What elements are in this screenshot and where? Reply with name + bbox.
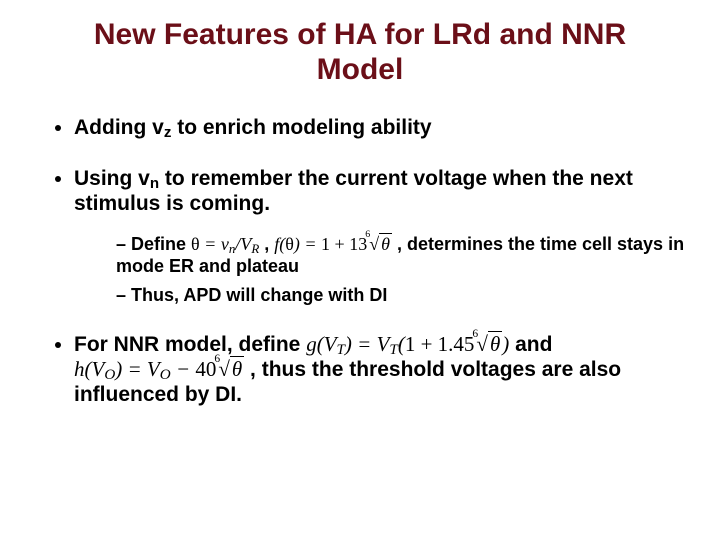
math-g: g(VT) = VT(1 + 1.456√θ) [306, 332, 509, 356]
bullet-list: Adding vz to enrich modeling ability Usi… [30, 115, 690, 408]
bullet-3-text-a: For NNR model, define [74, 333, 306, 356]
sub-bullet-2: Thus, APD will change with DI [116, 284, 690, 307]
bullet-2-text-a: Using v [74, 167, 150, 190]
bullet-3: For NNR model, define g(VT) = VT(1 + 1.4… [74, 332, 690, 408]
sub-1-text-b: , [264, 234, 274, 254]
sub-list: Define θ = vn/VR , f(θ) = 1 + 136√θ , de… [74, 233, 690, 307]
bullet-1-text-a: Adding v [74, 116, 164, 139]
math-theta: θ = vn/VR [191, 234, 259, 254]
bullet-2-sub: n [150, 175, 159, 192]
bullet-1-text-b: to enrich modeling ability [171, 116, 431, 139]
bullet-2: Using vn to remember the current voltage… [74, 166, 690, 306]
slide: New Features of HA for LRd and NNR Model… [0, 0, 720, 540]
bullet-3-text-b: and [515, 333, 552, 356]
bullet-1: Adding vz to enrich modeling ability [74, 115, 690, 140]
slide-title: New Features of HA for LRd and NNR Model [80, 18, 640, 87]
sub-bullet-1: Define θ = vn/VR , f(θ) = 1 + 136√θ , de… [116, 233, 690, 278]
sub-2-text: Thus, APD will change with DI [131, 285, 387, 305]
math-f: f(θ) = 1 + 136√θ [274, 234, 392, 254]
math-h: h(VO) = VO − 406√θ [74, 357, 244, 381]
sub-1-text-a: Define [131, 234, 191, 254]
